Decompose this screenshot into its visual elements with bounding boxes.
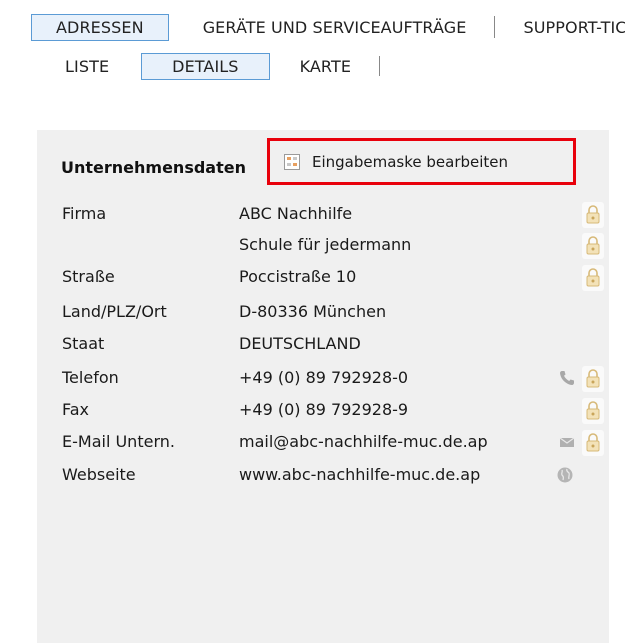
row-staat: Staat DEUTSCHLAND [62, 334, 592, 358]
field-value: www.abc-nachhilfe-muc.de.ap [239, 465, 481, 484]
field-value: D-80336 München [239, 302, 387, 321]
globe-icon[interactable] [556, 466, 574, 484]
row-webseite: Webseite www.abc-nachhilfe-muc.de.ap [62, 465, 592, 489]
edit-input-mask-label: Eingabemaske bearbeiten [312, 152, 509, 171]
row-telefon: Telefon +49 (0) 89 792928-0 [62, 366, 604, 392]
field-value: mail@abc-nachhilfe-muc.de.ap [239, 432, 488, 451]
field-value: +49 (0) 89 792928-0 [239, 368, 409, 387]
row-fax: Fax +49 (0) 89 792928-9 [62, 398, 604, 424]
lock-icon[interactable] [582, 430, 604, 456]
row-firma-2: Schule für jedermann [62, 233, 604, 259]
tab-karte[interactable]: KARTE [300, 57, 352, 76]
field-value: Schule für jedermann [239, 235, 412, 254]
tab-adressen[interactable]: ADRESSEN [31, 13, 169, 41]
tab-geraete-und-serviceauftraege[interactable]: GERÄTE UND SERVICEAUFTRÄGE [203, 18, 467, 37]
field-value: DEUTSCHLAND [239, 334, 361, 353]
field-label: Firma [62, 204, 107, 223]
row-email: E-Mail Untern. mail@abc-nachhilfe-muc.de… [62, 430, 604, 456]
main-tab-bar: ADRESSEN GERÄTE UND SERVICEAUFTRÄGE SUPP… [31, 12, 625, 42]
tab-separator [494, 16, 496, 38]
tab-details[interactable]: DETAILS [141, 52, 270, 80]
page: ADRESSEN GERÄTE UND SERVICEAUFTRÄGE SUPP… [0, 0, 625, 643]
field-value: Poccistraße 10 [239, 267, 357, 286]
tab-support-tickets[interactable]: SUPPORT-TIC [523, 18, 625, 37]
lock-icon[interactable] [582, 398, 604, 424]
field-label: Staat [62, 334, 105, 353]
field-value: +49 (0) 89 792928-9 [239, 400, 409, 419]
lock-icon[interactable] [582, 202, 604, 228]
row-land-plz-ort: Land/PLZ/Ort D-80336 München [62, 302, 592, 326]
tab-separator [379, 56, 381, 76]
mail-icon[interactable] [558, 433, 576, 451]
company-data-panel: Unternehmensdaten Eingabemaske bearbeite… [37, 130, 609, 643]
field-label: E-Mail Untern. [62, 432, 175, 451]
lock-icon[interactable] [582, 233, 604, 259]
lock-icon[interactable] [582, 265, 604, 291]
panel-title: Unternehmensdaten [61, 158, 246, 177]
tab-liste[interactable]: LISTE [65, 57, 109, 76]
sub-tab-bar: LISTE DETAILS KARTE [65, 51, 381, 81]
field-label: Land/PLZ/Ort [62, 302, 167, 321]
edit-input-mask-button[interactable]: Eingabemaske bearbeiten [267, 138, 576, 185]
edit-form-icon [284, 153, 300, 170]
lock-icon[interactable] [582, 366, 604, 392]
field-label: Fax [62, 400, 90, 419]
field-label: Straße [62, 267, 115, 286]
field-label: Telefon [62, 368, 119, 387]
phone-icon[interactable] [558, 369, 576, 387]
field-value: ABC Nachhilfe [239, 204, 353, 223]
row-firma: Firma ABC Nachhilfe [62, 202, 604, 228]
field-label: Webseite [62, 465, 136, 484]
row-strasse: Straße Poccistraße 10 [62, 265, 604, 291]
